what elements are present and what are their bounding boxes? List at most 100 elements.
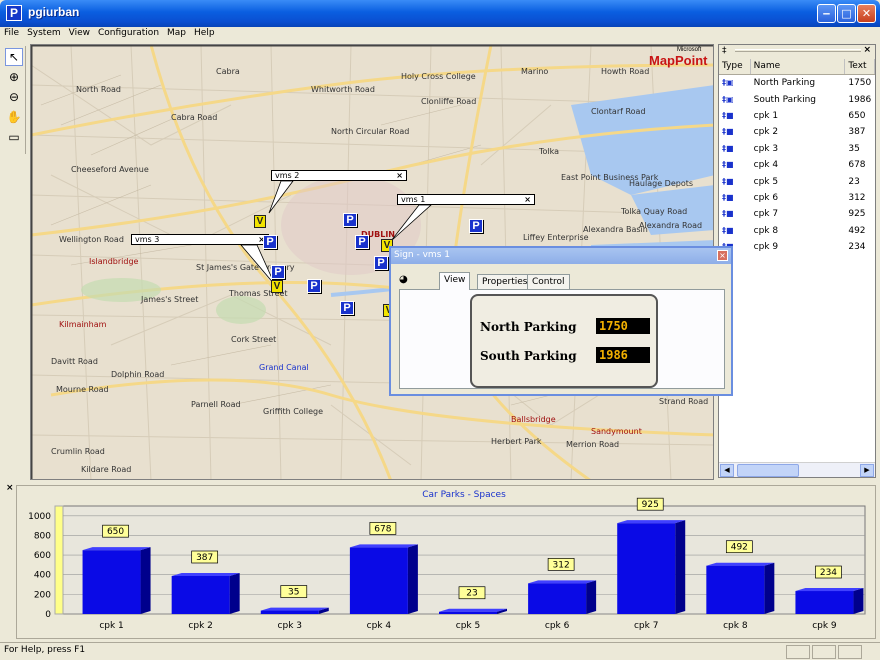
map-label: Islandbridge [89, 257, 139, 266]
bar-top [349, 544, 418, 548]
y-tick-label: 400 [34, 571, 51, 581]
mappoint-brand-small: Microsoft [677, 47, 702, 53]
tab-control[interactable]: Control [527, 274, 570, 290]
horizontal-scrollbar[interactable]: ◀ ▶ [719, 462, 875, 477]
list-item[interactable]: ‡■ cpk 1 650 [719, 108, 875, 124]
dialog-titlebar[interactable]: Sign - vms 1 × [391, 248, 731, 264]
menu-help[interactable]: Help [190, 27, 219, 39]
col-name[interactable]: Name [751, 59, 846, 74]
parking-marker[interactable]: P [340, 301, 354, 315]
close-button[interactable]: ✕ [857, 4, 876, 23]
item-name: North Parking [753, 78, 816, 89]
sign-list-panel: ‡ × Type Name Text ‡▣ North Parking 1750 ‡▣… [718, 44, 876, 478]
item-text: 1750 [848, 78, 872, 89]
vms-marker-3[interactable]: V [271, 280, 283, 293]
bar [349, 547, 408, 614]
vms2-callout[interactable]: vms 2 × [271, 170, 407, 181]
tab-properties[interactable]: Properties [477, 274, 533, 290]
list-item[interactable]: ‡■ cpk 8 492 [719, 223, 875, 239]
pan-hand-icon[interactable]: ✋ [5, 108, 23, 126]
parking-marker[interactable]: P [374, 256, 388, 270]
item-text: 35 [848, 143, 860, 154]
parking-marker[interactable]: P [469, 219, 483, 233]
menu-view[interactable]: View [65, 27, 94, 39]
type-icon: ‡▣ [719, 95, 751, 105]
map-label: Mourne Road [56, 385, 109, 394]
menu-configuration[interactable]: Configuration [94, 27, 163, 39]
parking-marker[interactable]: P [355, 235, 369, 249]
list-item[interactable]: ‡■ cpk 6 312 [719, 190, 875, 206]
map-label: Merrion Road [566, 440, 620, 449]
panel-close-icon[interactable]: × [863, 45, 871, 55]
x-tick-label: cpk 2 [188, 621, 212, 631]
vms3-callout[interactable]: vms 3 × [131, 234, 269, 245]
list-item[interactable]: ‡▣ North Parking 1750 [719, 75, 875, 91]
window-titlebar[interactable]: P pgiurban ‒ □ ✕ [0, 0, 880, 27]
sign-dialog[interactable]: Sign - vms 1 × ◕ View Properties Control… [389, 246, 733, 396]
type-icon: ‡■ [719, 226, 751, 236]
bar [439, 611, 497, 614]
vms-sign-icon: ‡▣ [722, 78, 734, 88]
bar-side [675, 520, 686, 614]
bar-top [439, 608, 507, 612]
zoom-in-icon[interactable]: ⊕ [5, 68, 23, 86]
dialog-body: North Parking 1750 South Parking 1986 [399, 289, 725, 389]
map-label: Davitt Road [51, 357, 98, 366]
chart-pane: × Car Parks - Spaces 0 200 400 600 800 1000 650… [4, 483, 876, 641]
bar-top [706, 562, 775, 566]
chart-pane-close-icon[interactable]: × [6, 483, 14, 493]
list-item[interactable]: ‡■ cpk 5 23 [719, 173, 875, 189]
chart-title: Car Parks - Spaces [422, 490, 506, 500]
vms1-callout-close-icon[interactable]: × [524, 195, 531, 204]
pointer-tool-icon[interactable]: ↖ [5, 48, 23, 66]
sign-line-value: 1750 [596, 318, 650, 334]
vms1-callout[interactable]: vms 1 × [397, 194, 535, 205]
vms2-callout-close-icon[interactable]: × [396, 171, 403, 180]
x-tick-label: cpk 8 [723, 621, 748, 631]
parking-marker[interactable]: P [343, 213, 357, 227]
map-label: Alexandra Basin [583, 225, 648, 234]
list-item[interactable]: ‡■ cpk 2 387 [719, 124, 875, 140]
panel-grip[interactable] [735, 49, 861, 52]
menu-system[interactable]: System [23, 27, 65, 39]
parking-marker[interactable]: P [307, 279, 321, 293]
minimize-button[interactable]: ‒ [817, 4, 836, 23]
pin-icon[interactable]: ‡ [722, 46, 727, 56]
bar-side [407, 544, 418, 614]
col-type[interactable]: Type [719, 59, 751, 74]
scroll-left-icon[interactable]: ◀ [720, 464, 734, 477]
vms-sign-icon: ‡▣ [722, 94, 734, 104]
map-label: Marino [521, 67, 549, 76]
map-label: Howth Road [601, 67, 650, 76]
col-text[interactable]: Text [845, 59, 876, 74]
list-item[interactable]: ‡■cpk 9234 [719, 239, 875, 255]
dialog-close-icon[interactable]: × [717, 250, 728, 261]
list-item[interactable]: ‡■ cpk 3 35 [719, 141, 875, 157]
item-name: South Parking [753, 94, 817, 105]
y-tick-label: 800 [34, 531, 51, 541]
scroll-right-icon[interactable]: ▶ [860, 464, 874, 477]
parking-marker[interactable]: P [263, 235, 277, 249]
bar [528, 583, 587, 614]
car-parks-chart: Car Parks - Spaces 0 200 400 600 800 1000 650 cp… [16, 485, 876, 639]
tab-view[interactable]: View [439, 272, 471, 290]
maximize-button[interactable]: □ [837, 4, 856, 23]
y-axis-wall [54, 505, 64, 615]
list-item[interactable]: ‡▣ South Parking 1986 [719, 91, 875, 107]
menu-map[interactable]: Map [163, 27, 190, 39]
vms-marker-2[interactable]: V [254, 215, 266, 228]
list-item[interactable]: ‡■ cpk 4 678 [719, 157, 875, 173]
map-label: Haulage Depots [629, 179, 694, 188]
measure-tool-icon[interactable]: ▭ [5, 128, 23, 146]
scroll-thumb[interactable] [737, 464, 799, 477]
x-tick-label: cpk 6 [545, 621, 570, 631]
parking-marker[interactable]: P [271, 265, 285, 279]
item-name: cpk 6 [753, 192, 779, 203]
item-text: 234 [848, 242, 866, 253]
item-name: cpk 5 [753, 176, 779, 187]
zoom-out-icon[interactable]: ⊖ [5, 88, 23, 106]
list-item[interactable]: ‡■ cpk 7 925 [719, 206, 875, 222]
menu-file[interactable]: File [0, 27, 23, 39]
status-text: For Help, press F1 [4, 645, 86, 655]
status-panel [838, 645, 862, 659]
